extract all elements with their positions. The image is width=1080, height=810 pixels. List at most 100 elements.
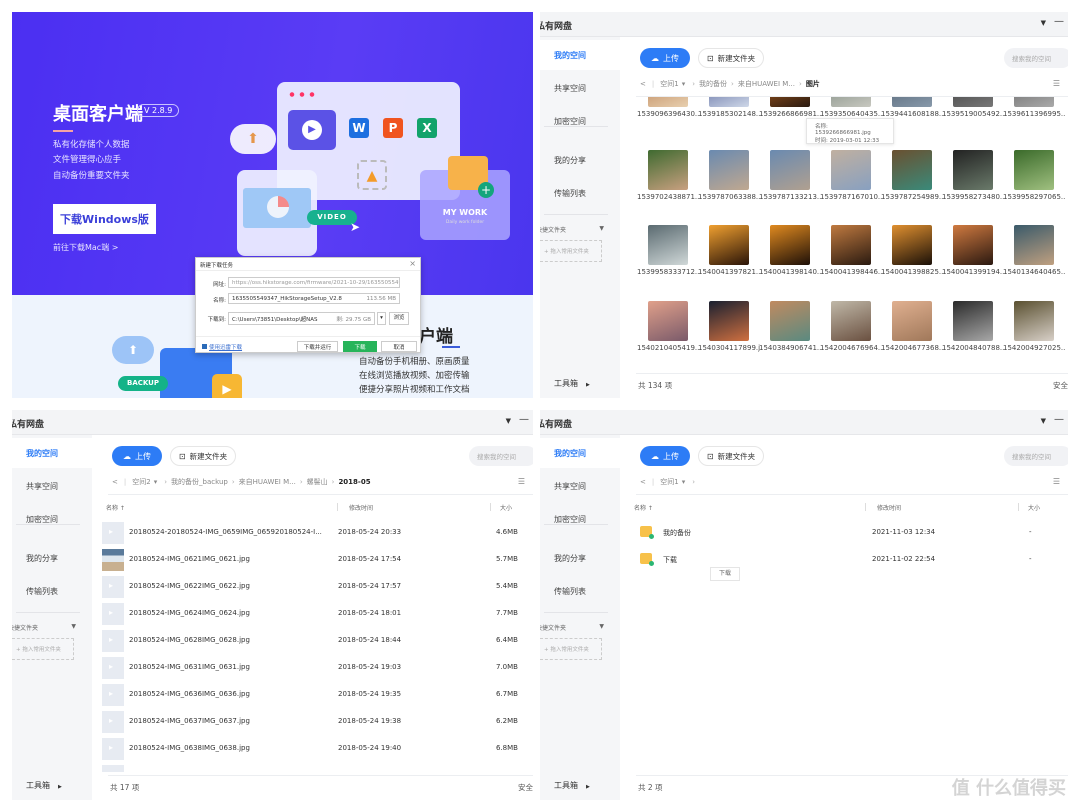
breadcrumb-item[interactable]: 空间1 xyxy=(660,478,678,486)
breadcrumb-item[interactable]: 2018-05 xyxy=(338,478,370,486)
upload-button[interactable]: ☁ 上传 xyxy=(112,446,162,466)
sort-icon[interactable]: ☰ xyxy=(1053,79,1060,88)
menu-dropdown-icon[interactable]: ▼ xyxy=(506,417,511,425)
menu-dropdown-icon[interactable]: ▼ xyxy=(1041,417,1046,425)
photo-thumbnail[interactable] xyxy=(953,301,993,341)
photo-filename[interactable]: 1542004840788...g xyxy=(942,344,1004,352)
photo-filename[interactable]: 1539350640435...g xyxy=(820,110,882,118)
dest-field[interactable]: C:\Users\73851\Desktop\超NAS 剩: 29.75 GB xyxy=(228,312,375,325)
photo-thumbnail[interactable] xyxy=(709,97,749,107)
back-icon[interactable]: < xyxy=(640,478,646,486)
file-row[interactable]: ▸ 20180524-IMG_0628IMG_0628.jpg 2018-05-24… xyxy=(102,629,533,653)
thunder-download-link[interactable]: 使用迅雷下载 xyxy=(202,343,242,351)
search-input[interactable]: 搜索我的空间 xyxy=(469,446,533,466)
url-field[interactable]: https://oss.hikstorage.com/firmware/2021… xyxy=(228,277,400,288)
folder-row[interactable]: 下载 2021-11-02 22:54 - xyxy=(630,548,1068,572)
cancel-button[interactable]: 取消 xyxy=(381,341,417,352)
file-row[interactable]: 20180524-IMG_0621IMG_0621.jpg 2018-05-24 … xyxy=(102,548,533,572)
photo-thumbnail[interactable] xyxy=(1014,301,1054,341)
photo-thumbnail[interactable] xyxy=(892,225,932,265)
photo-filename[interactable]: 1539441608188...g xyxy=(881,110,943,118)
photo-thumbnail[interactable] xyxy=(831,97,871,107)
photo-thumbnail[interactable] xyxy=(770,150,810,190)
photo-filename[interactable]: 1542004927025...g xyxy=(1003,344,1065,352)
minimize-icon[interactable]: — xyxy=(1054,16,1064,27)
photo-thumbnail[interactable] xyxy=(892,97,932,107)
photo-thumbnail[interactable] xyxy=(770,225,810,265)
photo-filename[interactable]: 1540384906741...g xyxy=(759,344,821,352)
file-row[interactable]: ▸ 20180524-IMG_0638IMG_0638.jpg 2018-05-24… xyxy=(102,737,533,761)
photo-filename[interactable]: 1540210405419...g xyxy=(637,344,699,352)
photo-thumbnail[interactable] xyxy=(709,301,749,341)
sidebar-item[interactable]: 加密空间 xyxy=(12,504,92,534)
file-row[interactable]: ▸ 20180524-20180524-IMG_0659IMG_065920180… xyxy=(102,521,533,545)
photo-thumbnail[interactable] xyxy=(831,150,871,190)
photo-filename[interactable]: 1542004677368...g xyxy=(881,344,943,352)
space-dropdown-icon[interactable]: ▾ xyxy=(682,80,686,88)
sidebar-item[interactable]: 我的分享 xyxy=(540,145,620,175)
photo-thumbnail[interactable] xyxy=(953,225,993,265)
upload-button[interactable]: ☁ 上传 xyxy=(640,48,690,68)
photo-filename[interactable]: 1540041398825...g xyxy=(881,268,943,276)
search-input[interactable]: 搜索我的空间 xyxy=(1004,446,1068,466)
photo-filename[interactable]: 1540041398446...g xyxy=(820,268,882,276)
sort-icon[interactable]: ☰ xyxy=(518,477,525,486)
sidebar-item[interactable]: 共享空间 xyxy=(12,471,92,501)
photo-thumbnail[interactable] xyxy=(1014,97,1054,107)
back-icon[interactable]: < xyxy=(112,478,118,486)
sidebar-item[interactable]: 加密空间 xyxy=(540,504,620,534)
photo-filename[interactable]: 1539185302148...g xyxy=(698,110,760,118)
close-icon[interactable]: × xyxy=(409,259,416,268)
sidebar-item[interactable]: 我的空间 xyxy=(12,438,92,468)
photo-thumbnail[interactable] xyxy=(953,97,993,107)
photo-thumbnail[interactable] xyxy=(1014,150,1054,190)
photo-filename[interactable]: 1540041397821...g xyxy=(698,268,760,276)
minimize-icon[interactable]: — xyxy=(519,414,529,425)
toolbox-button[interactable]: 工具箱 ▶ xyxy=(554,378,590,389)
breadcrumb-item[interactable]: 我的备份 xyxy=(699,80,727,88)
menu-dropdown-icon[interactable]: ▼ xyxy=(1041,19,1046,27)
download-button[interactable]: 下载 xyxy=(343,341,377,352)
dest-dropdown-icon[interactable]: ▾ xyxy=(377,312,386,325)
new-folder-button[interactable]: ⊡ 新建文件夹 xyxy=(698,446,764,466)
file-row-partial[interactable] xyxy=(102,764,533,772)
file-row[interactable]: ▸ 20180524-IMG_0637IMG_0637.jpg 2018-05-24… xyxy=(102,710,533,734)
file-row[interactable]: ▸ 20180524-IMG_0636IMG_0636.jpg 2018-05-24… xyxy=(102,683,533,707)
photo-filename[interactable]: 1539958333712...g xyxy=(637,268,699,276)
search-input[interactable]: 搜索我的空间 xyxy=(1004,48,1068,68)
breadcrumb-item[interactable]: 我的备份_backup xyxy=(171,478,228,486)
photo-filename[interactable]: 1539611396995...g xyxy=(1003,110,1065,118)
breadcrumb-item[interactable]: 来自HUAWEI M... xyxy=(239,478,296,486)
sidebar-item[interactable]: 传输列表 xyxy=(12,576,92,606)
photo-filename[interactable]: 1539958297065...g xyxy=(1003,193,1065,201)
browse-button[interactable]: 浏览 xyxy=(389,312,409,325)
download-windows-button[interactable]: 下载Windows版 xyxy=(53,204,156,234)
photo-filename[interactable]: 1539266866981...g xyxy=(759,110,821,118)
breadcrumb-item[interactable]: 空间1 xyxy=(660,80,678,88)
file-row[interactable]: ▸ 20180524-IMG_0631IMG_0631.jpg 2018-05-24… xyxy=(102,656,533,680)
column-header-modified[interactable]: 修改时间 xyxy=(349,503,373,512)
column-header-modified[interactable]: 修改时间 xyxy=(877,503,901,512)
photo-thumbnail[interactable] xyxy=(648,301,688,341)
photo-thumbnail[interactable] xyxy=(770,97,810,107)
download-mac-link[interactable]: 前往下载Mac端 > xyxy=(53,242,118,253)
photo-filename[interactable]: 1539702438871...g xyxy=(637,193,699,201)
upload-button[interactable]: ☁ 上传 xyxy=(640,446,690,466)
sort-icon[interactable]: ☰ xyxy=(1053,477,1060,486)
sidebar-item[interactable]: 我的分享 xyxy=(540,543,620,573)
name-field[interactable]: 1635505549347_HikStorageSetup_V2.8 113.56… xyxy=(228,293,400,304)
sidebar-item[interactable]: 加密空间 xyxy=(540,106,620,136)
photo-thumbnail[interactable] xyxy=(648,150,688,190)
toolbox-button[interactable]: 工具箱 ▶ xyxy=(554,780,590,791)
file-row[interactable]: ▸ 20180524-IMG_0624IMG_0624.jpg 2018-05-24… xyxy=(102,602,533,626)
photo-thumbnail[interactable] xyxy=(892,150,932,190)
space-dropdown-icon[interactable]: ▾ xyxy=(682,478,686,486)
column-header-size[interactable]: 大小 xyxy=(1028,503,1040,512)
photo-filename[interactable]: 1539519005492...g xyxy=(942,110,1004,118)
photo-thumbnail[interactable] xyxy=(892,301,932,341)
back-icon[interactable]: < xyxy=(640,80,646,88)
photo-thumbnail[interactable] xyxy=(709,225,749,265)
photo-filename[interactable]: 1539787063388...g xyxy=(698,193,760,201)
breadcrumb-item[interactable]: 来自HUAWEI M... xyxy=(738,80,795,88)
quick-folders-toggle[interactable]: 快捷文件夹 ▼ xyxy=(12,623,76,632)
